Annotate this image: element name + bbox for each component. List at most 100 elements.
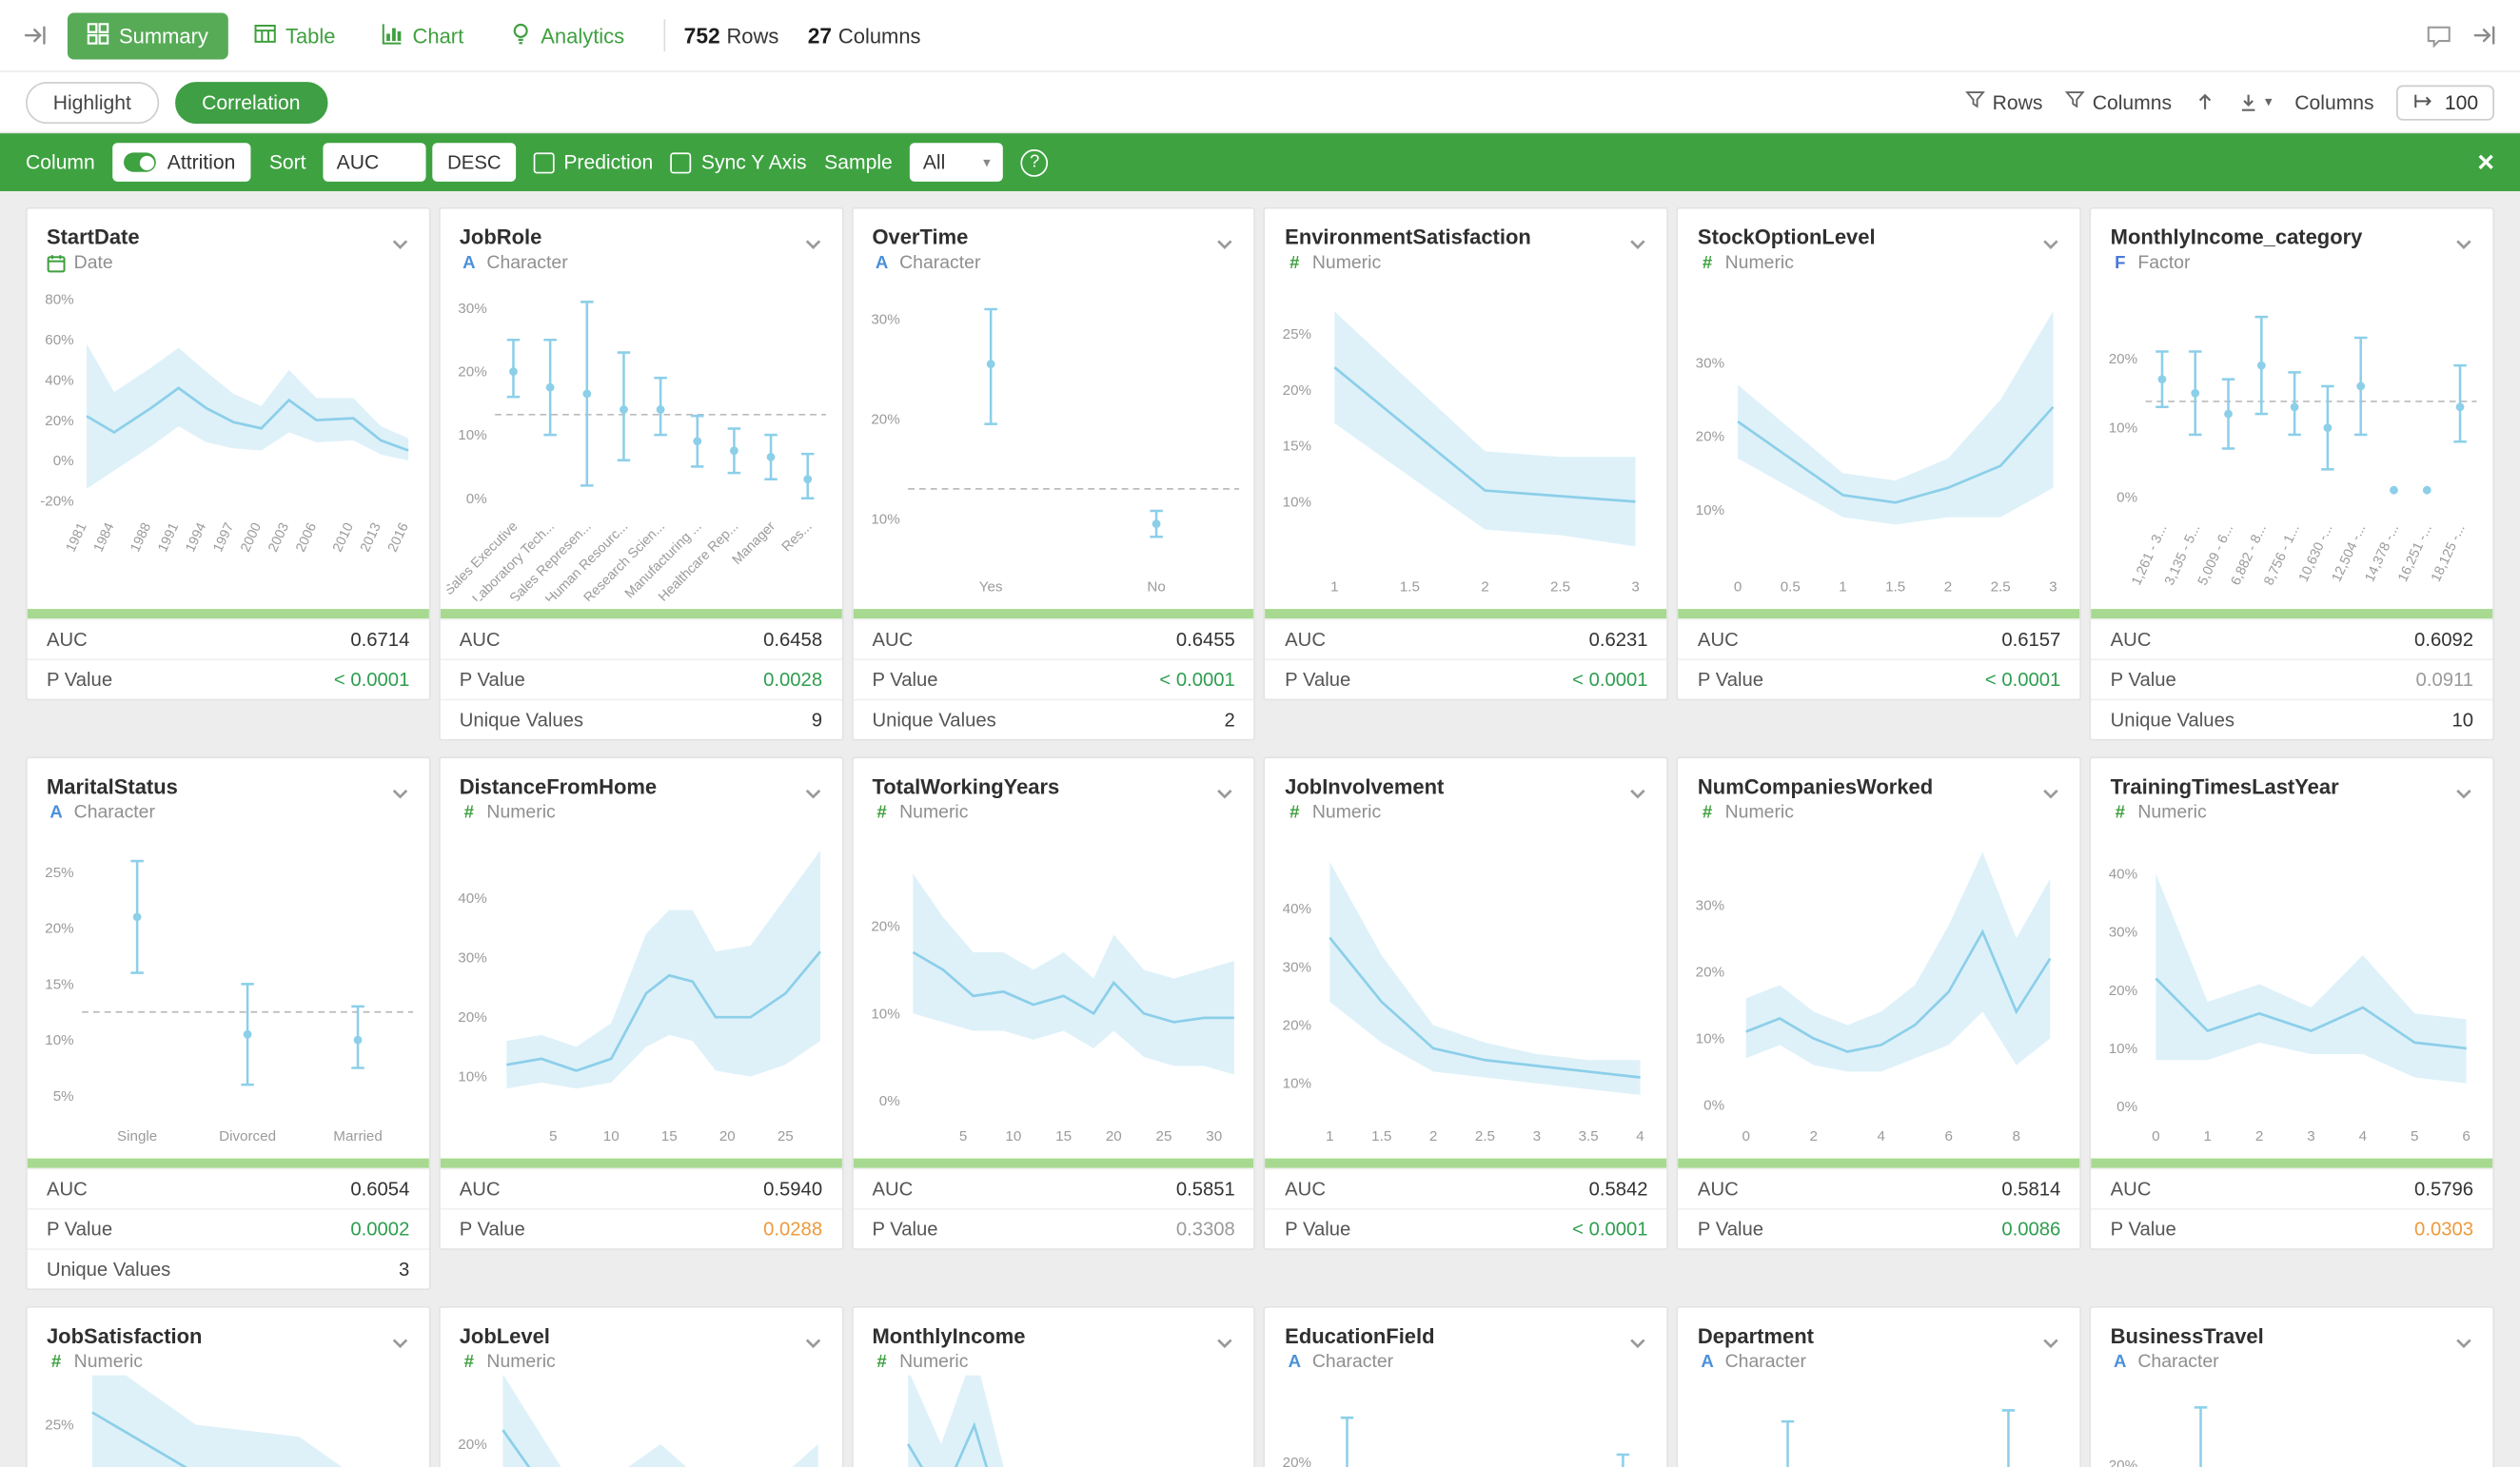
tab-table[interactable]: Table: [234, 12, 355, 59]
svg-text:Yes: Yes: [978, 578, 1002, 595]
importance-bar: [28, 609, 429, 618]
svg-text:2016: 2016: [385, 520, 412, 555]
chevron-down-icon[interactable]: [2454, 1329, 2473, 1358]
svg-text:2010: 2010: [330, 520, 357, 555]
column-title: JobLevel: [460, 1324, 556, 1348]
stat-value: 0.0028: [763, 669, 822, 692]
columns-filter[interactable]: Columns: [2065, 90, 2172, 114]
chevron-down-icon[interactable]: [2041, 779, 2060, 808]
column-type: # Numeric: [2111, 803, 2339, 822]
chevron-down-icon[interactable]: [2041, 229, 2060, 258]
close-icon[interactable]: ×: [2477, 147, 2494, 176]
sample-select[interactable]: All ▾: [910, 143, 1003, 182]
column-type: F Factor: [2111, 254, 2363, 273]
svg-text:5: 5: [958, 1128, 966, 1144]
upload-icon[interactable]: [2195, 90, 2217, 113]
sync-y-axis-checkbox[interactable]: [671, 152, 692, 173]
svg-text:10%: 10%: [1696, 1031, 1724, 1047]
svg-text:1: 1: [1327, 1128, 1334, 1144]
tab-analytics[interactable]: Analytics: [489, 12, 643, 59]
help-icon[interactable]: ?: [1021, 148, 1049, 176]
svg-text:3: 3: [2308, 1128, 2315, 1144]
chevron-down-icon[interactable]: [2041, 1329, 2060, 1358]
card-stats: AUC0.6714P Value< 0.0001: [28, 618, 429, 698]
stat-label: P Value: [47, 1218, 112, 1241]
column-card: Department A Character 15%20%: [1677, 1306, 2081, 1467]
importance-bar: [1679, 609, 2080, 618]
view-tabs: Summary Table Chart Analytics: [68, 12, 643, 59]
correlation-button[interactable]: Correlation: [174, 81, 327, 123]
chevron-down-icon[interactable]: [2454, 229, 2473, 258]
column-title: NumCompaniesWorked: [1698, 774, 1933, 798]
columns-limit-box[interactable]: 100: [2396, 85, 2494, 120]
rows-filter[interactable]: Rows: [1965, 90, 2043, 114]
tab-summary[interactable]: Summary: [68, 12, 227, 59]
chevron-down-icon[interactable]: [1628, 779, 1647, 808]
character-icon: A: [2111, 1353, 2130, 1372]
stat-row: P Value< 0.0001: [1266, 1208, 1667, 1248]
column-title: StockOptionLevel: [1698, 225, 1876, 248]
sort-input[interactable]: [324, 143, 426, 182]
column-title: MonthlyIncome_category: [2111, 225, 2363, 248]
sync-y-axis-option[interactable]: Sync Y Axis: [671, 151, 807, 174]
target-column-pill[interactable]: Attrition: [112, 143, 251, 182]
column-card: NumCompaniesWorked # Numeric 0%10%20%30%…: [1677, 756, 2081, 1249]
svg-text:30%: 30%: [1283, 959, 1311, 975]
card-header: EducationField A Character: [1266, 1308, 1667, 1373]
stat-value: 3: [399, 1258, 409, 1281]
chevron-down-icon[interactable]: [1216, 1329, 1235, 1358]
column-chart: 10%15%20%25%11.522.53: [1266, 273, 1667, 609]
stat-value: < 0.0001: [1985, 669, 2060, 692]
chevron-down-icon[interactable]: [1628, 229, 1647, 258]
chevron-down-icon[interactable]: [803, 779, 822, 808]
card-header: TrainingTimesLastYear # Numeric: [2091, 758, 2492, 823]
svg-text:Res...: Res...: [779, 518, 816, 555]
svg-text:15: 15: [661, 1128, 678, 1144]
prediction-option[interactable]: Prediction: [533, 151, 653, 174]
column-title: OverTime: [872, 225, 980, 248]
column-card: DistanceFromHome # Numeric 10%20%30%40%5…: [439, 756, 843, 1249]
column-type-label: Character: [74, 803, 155, 822]
chevron-down-icon[interactable]: [1216, 229, 1235, 258]
download-icon[interactable]: ▾: [2239, 90, 2273, 113]
stat-row: AUC0.5814: [1679, 1168, 2080, 1208]
stat-label: P Value: [872, 669, 937, 692]
card-stats: AUC0.5940P Value0.0288: [440, 1168, 841, 1248]
column-type-label: Character: [1725, 1353, 1806, 1372]
collapse-right-icon[interactable]: [2471, 23, 2497, 49]
stat-label: P Value: [2111, 1218, 2176, 1241]
tab-chart[interactable]: Chart: [361, 12, 482, 59]
svg-text:30%: 30%: [2109, 925, 2137, 941]
chevron-down-icon[interactable]: [2454, 779, 2473, 808]
column-card: StartDate Date -20%0%20%40%60%80%1981198…: [26, 207, 430, 700]
svg-text:0%: 0%: [1704, 1097, 1725, 1113]
chevron-down-icon[interactable]: [803, 1329, 822, 1358]
highlight-button[interactable]: Highlight: [26, 81, 159, 123]
stat-value: 0.5814: [2001, 1178, 2060, 1201]
prediction-checkbox[interactable]: [533, 152, 554, 173]
stat-row: AUC0.6092: [2091, 618, 2492, 658]
card-stats: AUC0.6231P Value< 0.0001: [1266, 618, 1667, 698]
chevron-down-icon[interactable]: [390, 229, 409, 258]
sort-direction-button[interactable]: DESC: [433, 143, 516, 182]
numeric-icon: #: [872, 803, 891, 822]
chevron-down-icon[interactable]: [1628, 1329, 1647, 1358]
chevron-down-icon[interactable]: [803, 229, 822, 258]
collapse-left-icon[interactable]: [23, 23, 49, 49]
card-header: MaritalStatus A Character: [28, 758, 429, 823]
column-type: A Character: [1698, 1353, 1814, 1372]
chevron-down-icon[interactable]: [390, 1329, 409, 1358]
chevron-down-icon[interactable]: [390, 779, 409, 808]
comment-icon[interactable]: [2425, 23, 2452, 49]
date-icon: [47, 254, 66, 273]
stat-value: < 0.0001: [334, 669, 409, 692]
stat-row: AUC0.6157: [1679, 618, 2080, 658]
correlation-settings-bar: Column Attrition Sort DESC Prediction Sy…: [0, 133, 2520, 191]
column-type-label: Numeric: [1725, 803, 1794, 822]
svg-text:30: 30: [1206, 1128, 1222, 1144]
stat-label: AUC: [460, 628, 501, 651]
stat-value: 0.6231: [1589, 628, 1648, 651]
stat-label: AUC: [1698, 628, 1739, 651]
svg-text:0%: 0%: [2116, 1099, 2137, 1115]
chevron-down-icon[interactable]: [1216, 779, 1235, 808]
